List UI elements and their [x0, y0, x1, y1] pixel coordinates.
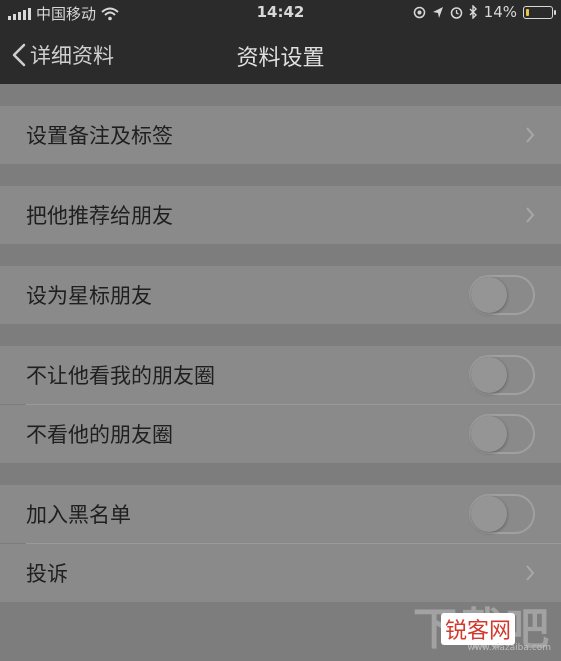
chevron-right-icon [526, 207, 535, 223]
page-title: 资料设置 [236, 46, 325, 71]
row-label: 不让他看我的朋友圈 [26, 364, 215, 388]
battery-percent: 14% [483, 3, 517, 21]
row-not-view-moments: 不看他的朋友圈 [0, 405, 561, 463]
toggle-knob [471, 416, 507, 452]
status-right: 14% [413, 3, 556, 21]
watermark: 下载吧 锐客网 www.xiazaiba.com [411, 593, 551, 655]
toggle-knob [471, 496, 507, 532]
row-star-friend: 设为星标朋友 [0, 266, 561, 324]
toggle-knob [471, 277, 507, 313]
row-label: 设为星标朋友 [26, 284, 152, 308]
section-gap [0, 324, 561, 346]
not-view-moments-toggle[interactable] [469, 414, 535, 454]
chevron-right-icon [526, 127, 535, 143]
watermark-url: www.xiazaiba.com [467, 643, 551, 653]
location-icon [413, 6, 425, 18]
section-gap [0, 244, 561, 266]
row-hide-moments: 不让他看我的朋友圈 [0, 346, 561, 404]
bluetooth-icon [469, 5, 477, 19]
star-friend-toggle[interactable] [469, 275, 535, 315]
row-set-remark[interactable]: 设置备注及标签 [0, 106, 561, 164]
section-gap [0, 84, 561, 106]
row-label: 不看他的朋友圈 [26, 423, 173, 447]
status-bar: 中国移动 14:42 14% [0, 0, 561, 26]
toggle-knob [471, 357, 507, 393]
battery-icon [523, 5, 556, 19]
watermark-brand: 锐客网 [441, 613, 516, 645]
row-label: 把他推荐给朋友 [26, 204, 173, 228]
chevron-right-icon [526, 565, 535, 581]
alarm-icon [450, 6, 462, 19]
row-label: 加入黑名单 [26, 503, 131, 527]
nav-bar: 详细资料 资料设置 [0, 26, 561, 84]
navigation-arrow-icon [432, 6, 443, 18]
section-gap [0, 463, 561, 485]
hide-moments-toggle[interactable] [469, 355, 535, 395]
row-recommend[interactable]: 把他推荐给朋友 [0, 186, 561, 244]
row-label: 设置备注及标签 [26, 124, 173, 148]
section-gap [0, 164, 561, 186]
row-blacklist: 加入黑名单 [0, 485, 561, 543]
blacklist-toggle[interactable] [469, 494, 535, 534]
settings-list: 设置备注及标签 把他推荐给朋友 设为星标朋友 不让他看我的朋友圈 不看他的朋友圈… [0, 84, 561, 602]
battery-fill [526, 8, 529, 16]
row-label: 投诉 [26, 562, 68, 586]
